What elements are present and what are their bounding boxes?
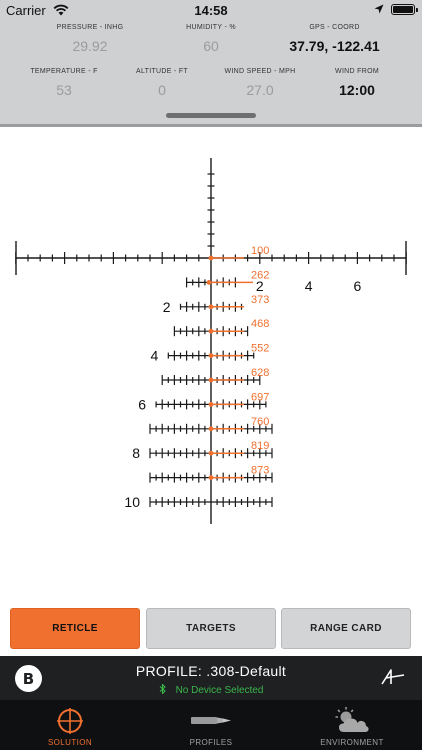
panel-drag-handle[interactable] bbox=[166, 113, 256, 118]
range-hold-dot bbox=[208, 450, 214, 456]
nav-environment[interactable]: ENVIRONMENT bbox=[282, 700, 422, 750]
range-label: 262 bbox=[251, 269, 269, 281]
range-label: 760 bbox=[251, 416, 269, 428]
tab-reticle[interactable]: RETICLE bbox=[10, 608, 140, 649]
wind-from-readout: WIND FROM 12:00 bbox=[312, 68, 402, 98]
range-hold-dot bbox=[208, 328, 214, 334]
temperature-value: 53 bbox=[56, 82, 72, 98]
wind-speed-value: 27.0 bbox=[246, 82, 274, 98]
reticle-windage-label: 4 bbox=[305, 278, 313, 294]
bluetooth-icon bbox=[159, 684, 166, 694]
range-hold-dot bbox=[208, 475, 214, 480]
temperature-readout: TEMPERATURE - F 53 bbox=[14, 68, 114, 98]
nav-solution[interactable]: SOLUTION bbox=[0, 700, 140, 750]
range-label: 628 bbox=[251, 367, 269, 379]
range-hold-dot bbox=[208, 402, 214, 407]
nav-profiles-label: PROFILES bbox=[189, 738, 233, 747]
range-hold-dot bbox=[208, 377, 214, 383]
location-arrow-icon bbox=[374, 4, 384, 14]
applied-ballistics-icon[interactable] bbox=[380, 667, 406, 687]
range-label: 873 bbox=[251, 465, 269, 477]
altitude-value: 0 bbox=[158, 82, 166, 98]
nav-solution-label: SOLUTION bbox=[47, 738, 93, 747]
status-bar: Carrier 14:58 bbox=[0, 0, 422, 20]
reticle-windage-label: 6 bbox=[354, 278, 362, 294]
weather-icon bbox=[335, 707, 369, 732]
reticle-elevation-label: 2 bbox=[163, 299, 171, 315]
profile-name[interactable]: PROFILE: .308-Default bbox=[0, 663, 422, 679]
reticle-elevation-label: 10 bbox=[124, 494, 140, 510]
range-label: 468 bbox=[251, 318, 269, 330]
cartridge-icon bbox=[191, 717, 231, 724]
battery-icon bbox=[391, 4, 418, 15]
device-status-text: No Device Selected bbox=[175, 685, 264, 696]
nav-profiles[interactable]: PROFILES bbox=[141, 700, 281, 750]
range-hold-dot bbox=[208, 426, 214, 432]
profile-bar[interactable]: B PROFILE: .308-Default No Device Select… bbox=[0, 656, 422, 700]
gps-value: 37.79, -122.41 bbox=[289, 38, 380, 54]
reticle-elevation-label: 8 bbox=[132, 445, 140, 461]
pressure-readout: PRESSURE - INHG 29.92 bbox=[30, 24, 150, 54]
wind-from-label: WIND FROM bbox=[335, 68, 379, 75]
altitude-readout: ALTITUDE - FT 0 bbox=[112, 68, 212, 98]
range-label: 552 bbox=[251, 343, 269, 355]
gps-readout: GPS - COORD 37.79, -122.41 bbox=[272, 24, 397, 54]
reticle-elevation-label: 6 bbox=[138, 396, 146, 412]
humidity-readout: HUMIDITY - % 60 bbox=[150, 24, 272, 54]
humidity-value: 60 bbox=[203, 38, 219, 54]
nav-environment-label: ENVIRONMENT bbox=[320, 738, 384, 747]
reticle-elevation-label: 4 bbox=[151, 348, 159, 364]
device-status[interactable]: No Device Selected bbox=[0, 684, 422, 696]
environment-panel[interactable]: PRESSURE - INHG 29.92 HUMIDITY - % 60 GP… bbox=[0, 20, 422, 127]
tab-targets[interactable]: TARGETS bbox=[146, 608, 276, 649]
pressure-label: PRESSURE - INHG bbox=[56, 24, 124, 31]
wind-speed-readout: WIND SPEED - MPH 27.0 bbox=[210, 68, 310, 98]
gps-label: GPS - COORD bbox=[309, 24, 360, 31]
range-hold-dot bbox=[208, 255, 214, 261]
range-hold-dot bbox=[206, 280, 212, 285]
tab-range-card[interactable]: RANGE CARD bbox=[281, 608, 411, 649]
humidity-label: HUMIDITY - % bbox=[186, 24, 236, 31]
wind-from-value: 12:00 bbox=[339, 82, 375, 98]
bottom-nav: SOLUTION PROFILES ENVIRONMENT bbox=[0, 700, 422, 750]
clock: 14:58 bbox=[194, 3, 228, 18]
range-label: 697 bbox=[251, 391, 269, 403]
range-label: 819 bbox=[251, 440, 269, 452]
wind-speed-label: WIND SPEED - MPH bbox=[224, 68, 296, 75]
range-label: 100 bbox=[251, 245, 269, 257]
crosshair-icon bbox=[57, 708, 83, 734]
altitude-label: ALTITUDE - FT bbox=[136, 68, 188, 75]
temperature-label: TEMPERATURE - F bbox=[30, 68, 98, 75]
view-tabs: RETICLE TARGETS RANGE CARD bbox=[0, 608, 422, 650]
pressure-value: 29.92 bbox=[72, 38, 108, 54]
reticle-view[interactable]: 2 4 6 2 4 6 8 10 100 262 373 468 552 628 697 760 819 873 bbox=[0, 130, 422, 600]
range-hold-dot bbox=[208, 353, 214, 358]
range-label: 373 bbox=[251, 294, 269, 306]
range-hold-dot bbox=[208, 304, 214, 310]
reticle-svg: 2 4 6246810100262373468552628697760819873 bbox=[15, 158, 407, 524]
